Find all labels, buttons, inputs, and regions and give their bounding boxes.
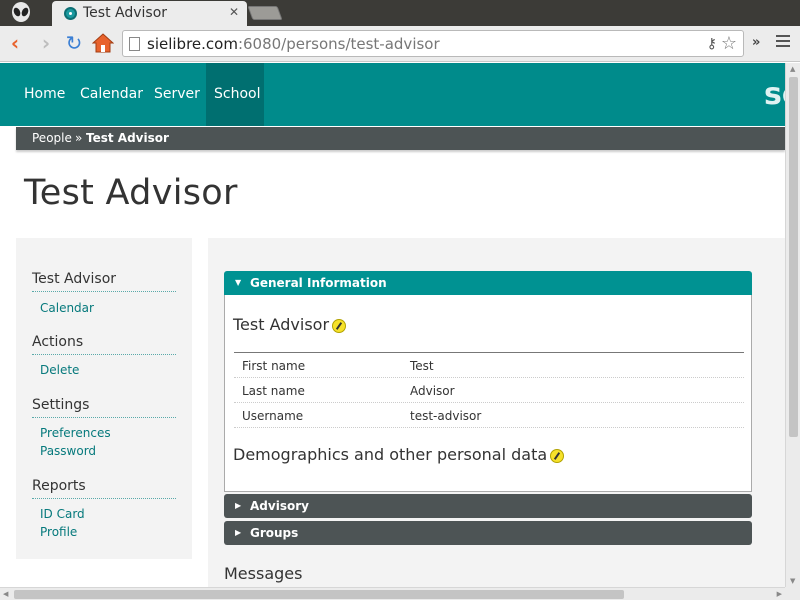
new-tab-button[interactable] [247,6,283,20]
person-info-table: First name Test Last name Advisor Userna… [234,352,744,428]
field-value: Advisor [410,384,455,398]
page-title: Test Advisor [24,173,238,213]
tab-title: Test Advisor [83,5,168,21]
table-row: First name Test [234,353,744,378]
person-name-heading: Test Advisor [233,315,347,334]
horizontal-scrollbar[interactable]: ◀ ▶ [0,587,785,600]
scroll-corner [785,587,800,600]
horizontal-scroll-thumb[interactable] [14,590,624,599]
sidebar: Test Advisor Calendar Actions Delete Set… [16,238,192,559]
sidebar-heading-settings: Settings [32,397,176,418]
nav-home[interactable]: Home [24,63,65,126]
site-logo[interactable]: sc [764,77,785,112]
pencil-edit-icon[interactable] [550,448,565,463]
scroll-up-icon[interactable]: ▲ [790,65,795,73]
advisory-title: Advisory [250,499,309,513]
demographics-heading: Demographics and other personal data [233,445,565,464]
sidebar-heading-actions: Actions [32,334,176,355]
scroll-left-icon[interactable]: ◀ [3,590,8,598]
general-information-title: General Information [250,276,387,290]
bookmark-star-icon[interactable]: ☆ [721,33,737,54]
pencil-edit-icon[interactable] [332,318,347,333]
reload-icon[interactable]: ↻ [63,32,85,54]
vertical-scroll-thumb[interactable] [789,77,798,437]
sidebar-heading-person: Test Advisor [32,271,176,292]
collapse-triangle-icon: ▼ [235,278,242,287]
nav-server[interactable]: Server [154,63,200,126]
forward-arrow-icon[interactable]: › [35,32,57,54]
nav-calendar[interactable]: Calendar [80,63,143,126]
page-icon [129,37,140,51]
site-favicon-icon [64,7,77,20]
url-text: sielibre.com:6080/persons/test-advisor [147,35,440,53]
expand-triangle-icon: ▶ [235,501,242,510]
breadcrumb-separator: » [75,131,83,145]
sidebar-link-profile[interactable]: Profile [40,525,77,539]
sidebar-link-id-card[interactable]: ID Card [40,507,85,521]
field-value: Test [410,359,434,373]
vertical-scrollbar[interactable]: ▲ ▼ [785,63,800,587]
table-row: Last name Advisor [234,378,744,403]
browser-tabstrip: Test Advisor ✕ [0,0,800,26]
bookmarks-overflow-button[interactable]: » [752,35,760,50]
alien-logo-icon [12,2,30,22]
sidebar-link-password[interactable]: Password [40,444,96,458]
browser-toolbar: ‹ › ↻ sielibre.com:6080/persons/test-adv… [0,26,800,62]
browser-menu-icon[interactable] [776,35,790,49]
sidebar-link-calendar[interactable]: Calendar [40,301,94,315]
breadcrumb-parent[interactable]: People [32,131,72,145]
general-information-body: Test Advisor First name Test Last name A… [224,295,752,492]
advisory-panel: ▶ Advisory [224,494,752,518]
field-label: Last name [242,384,305,398]
breadcrumb-current: Test Advisor [86,131,169,145]
groups-title: Groups [250,526,299,540]
nav-school[interactable]: School [214,63,260,126]
scroll-right-icon[interactable]: ▶ [777,590,782,598]
tab-close-icon[interactable]: ✕ [229,5,239,19]
page-viewport: Home Calendar Server School sc People » … [0,63,785,587]
sidebar-heading-reports: Reports [32,478,176,499]
browser-tab[interactable]: Test Advisor ✕ [52,1,247,26]
field-label: Username [242,409,304,423]
expand-triangle-icon: ▶ [235,528,242,537]
sidebar-link-preferences[interactable]: Preferences [40,426,111,440]
person-name: Test Advisor [233,315,330,334]
sidebar-link-delete[interactable]: Delete [40,363,79,377]
groups-header[interactable]: ▶ Groups [224,521,752,545]
messages-heading: Messages [224,564,303,583]
advisory-header[interactable]: ▶ Advisory [224,494,752,518]
table-row: Username test-advisor [234,403,744,428]
breadcrumb: People » Test Advisor [16,127,785,150]
groups-panel: ▶ Groups [224,521,752,545]
field-label: First name [242,359,306,373]
general-information-panel: ▼ General Information Test Advisor First… [224,271,752,492]
field-value: test-advisor [410,409,482,423]
key-icon[interactable]: ⚷ [707,36,717,52]
general-information-header[interactable]: ▼ General Information [224,271,752,295]
site-navbar: Home Calendar Server School sc [0,63,785,126]
scroll-down-icon[interactable]: ▼ [790,577,795,585]
address-bar[interactable]: sielibre.com:6080/persons/test-advisor ⚷… [122,30,744,57]
back-arrow-icon[interactable]: ‹ [4,32,26,54]
home-icon[interactable] [92,32,114,54]
demographics-title: Demographics and other personal data [233,445,548,464]
